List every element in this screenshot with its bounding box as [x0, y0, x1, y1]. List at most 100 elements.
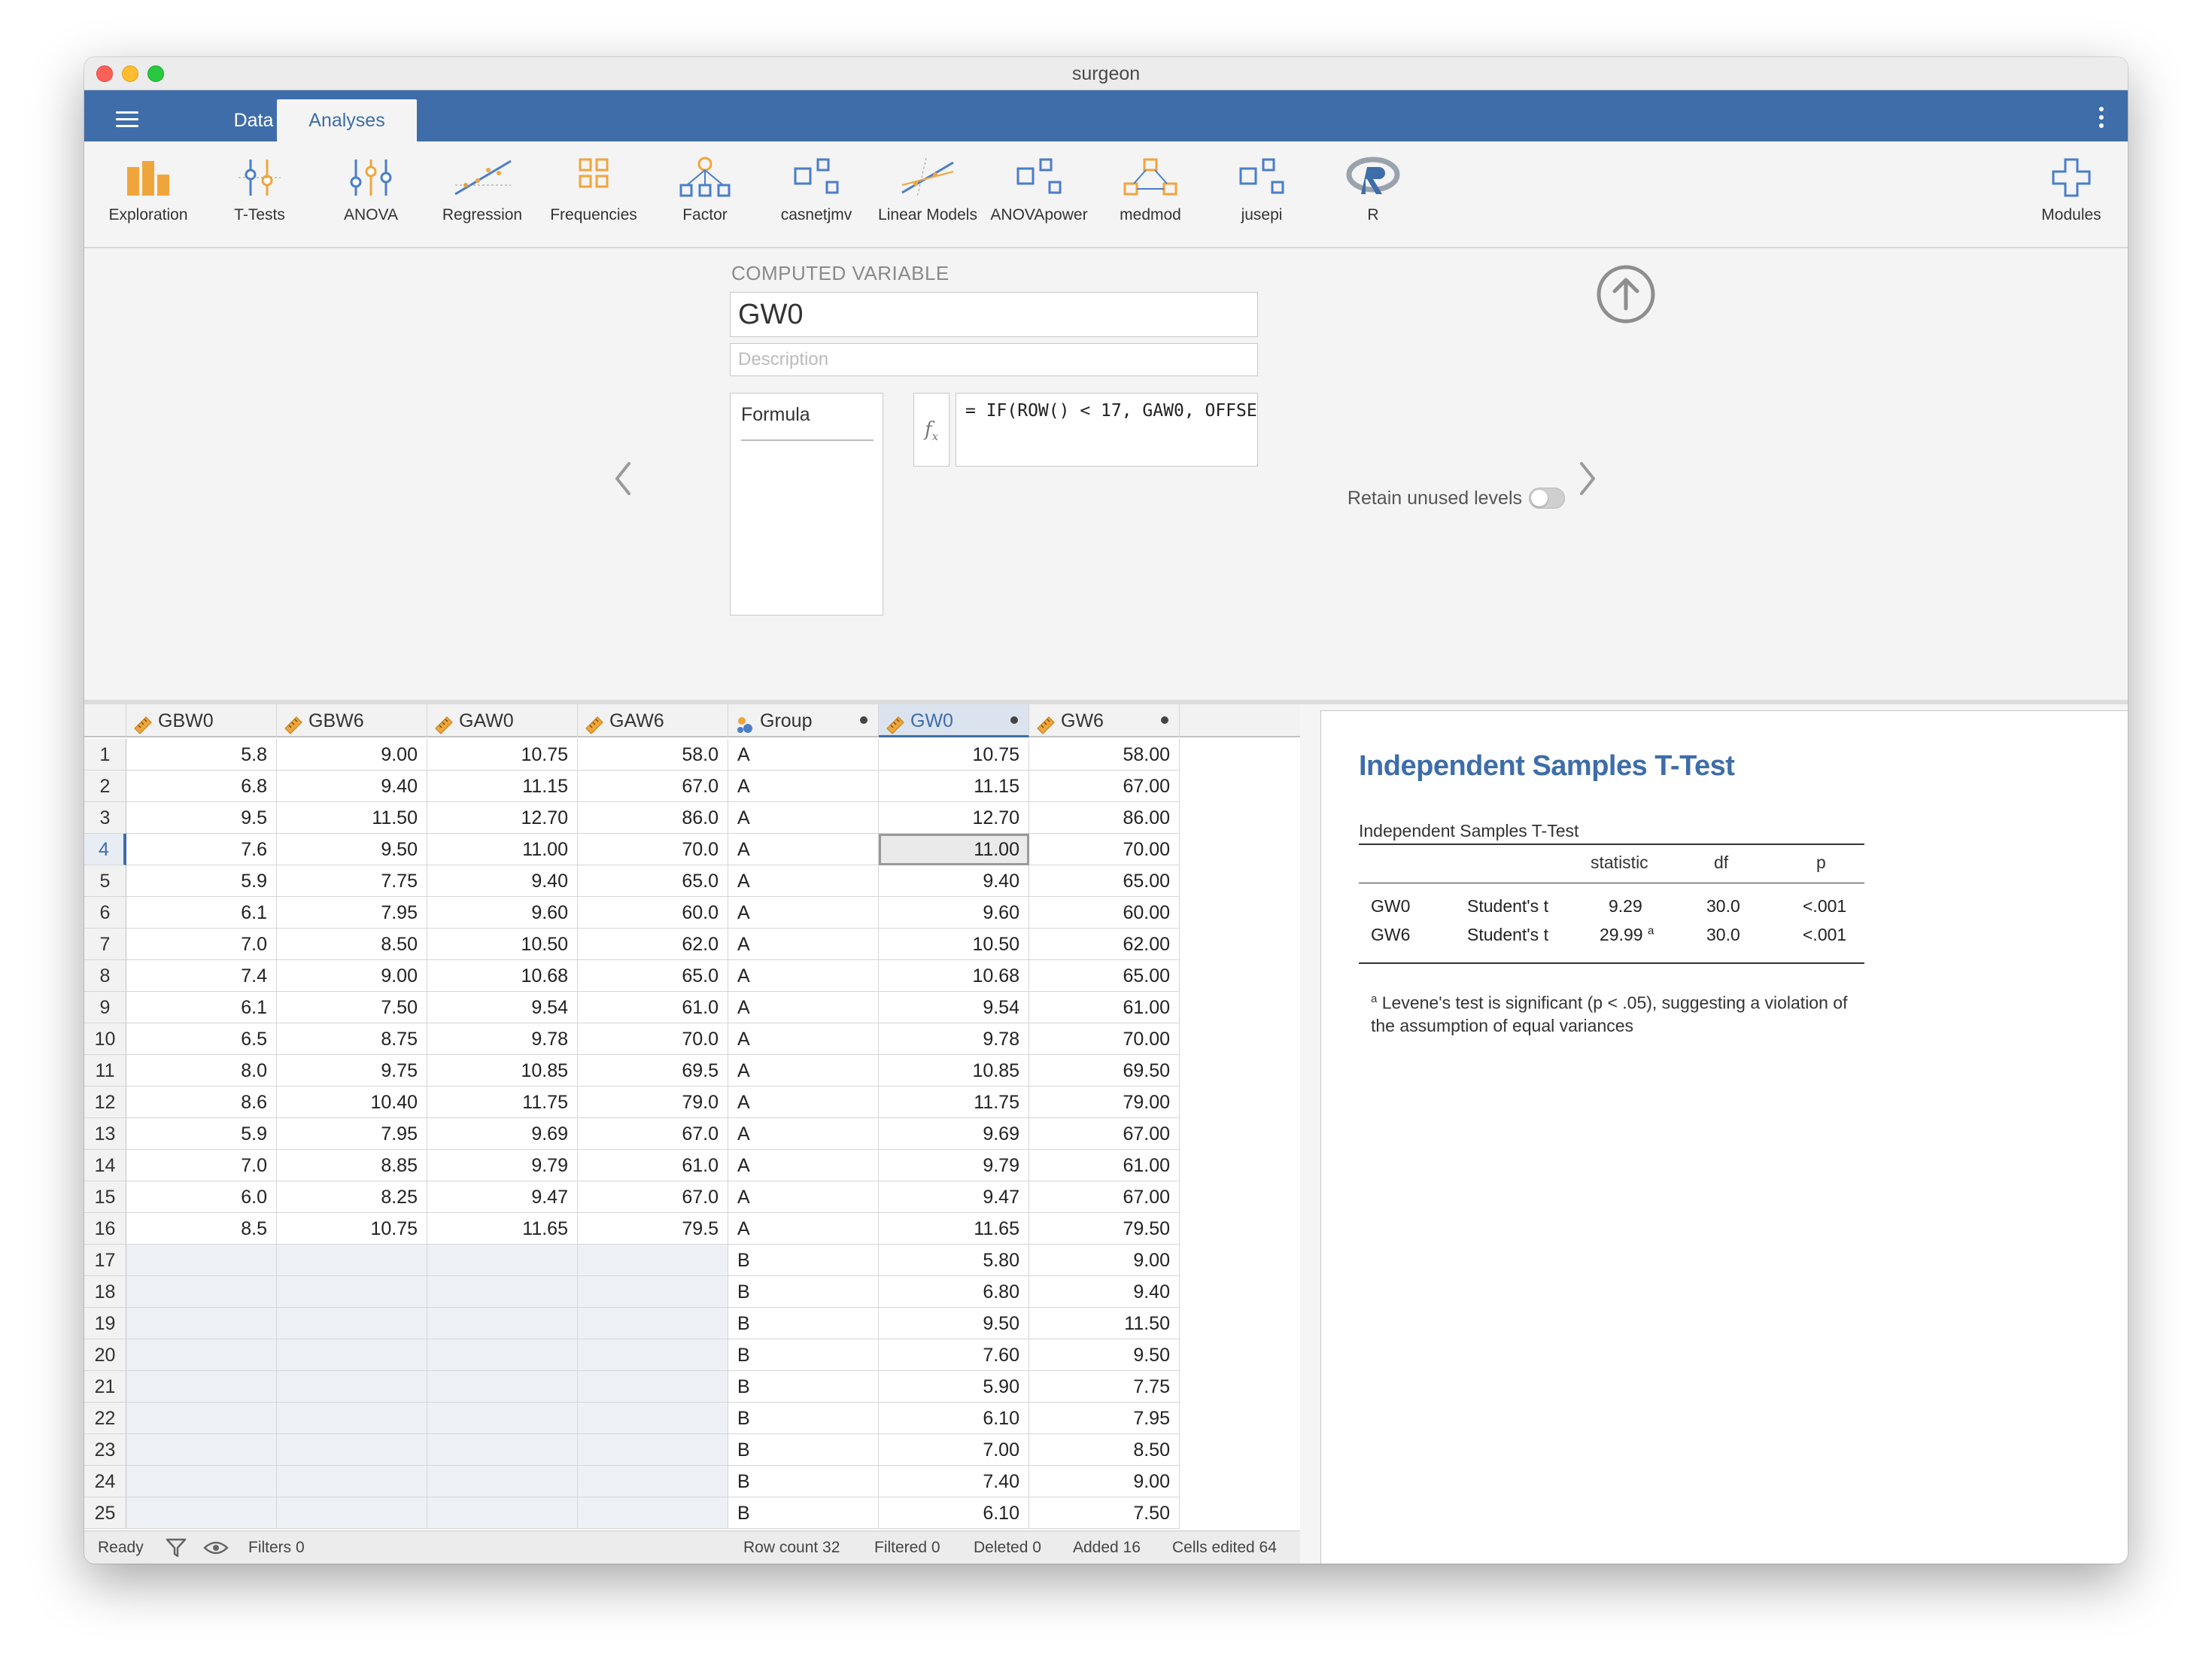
description-input[interactable]: Description	[730, 343, 1258, 376]
grid-cell[interactable]: 5.80	[879, 1245, 1029, 1276]
grid-cell[interactable]: 7.75	[277, 865, 427, 897]
previous-variable-button[interactable]	[608, 456, 638, 501]
grid-cell[interactable]: A	[728, 1118, 879, 1150]
grid-cell[interactable]: 58.0	[578, 739, 728, 771]
grid-cell[interactable]: 62.00	[1029, 929, 1180, 960]
grid-cell[interactable]: 10.75	[427, 739, 578, 771]
grid-cell[interactable]	[427, 1245, 578, 1276]
grid-cell[interactable]: 11.15	[879, 771, 1029, 802]
grid-cell[interactable]: 70.0	[578, 834, 728, 865]
grid-cell[interactable]: 11.65	[879, 1213, 1029, 1245]
grid-cell[interactable]: A	[728, 1055, 879, 1087]
grid-cell[interactable]	[277, 1339, 427, 1371]
function-picker-button[interactable]: fx	[913, 393, 950, 467]
ribbon-linear-models-button[interactable]: Linear Models	[871, 155, 984, 224]
grid-cell[interactable]: 10.50	[427, 929, 578, 960]
grid-cell[interactable]: 5.9	[126, 1118, 277, 1150]
grid-cell[interactable]: 61.0	[578, 992, 728, 1023]
grid-cell[interactable]: 65.0	[578, 865, 728, 897]
grid-cell[interactable]: 86.0	[578, 802, 728, 834]
grid-cell[interactable]: 9.00	[1029, 1466, 1180, 1497]
row-number[interactable]: 21	[84, 1371, 126, 1403]
grid-cell[interactable]: 6.10	[879, 1497, 1029, 1529]
grid-cell[interactable]: 79.5	[578, 1213, 728, 1245]
eye-icon[interactable]	[203, 1537, 229, 1564]
grid-cell[interactable]: A	[728, 929, 879, 960]
grid-cell[interactable]: 9.75	[277, 1055, 427, 1087]
grid-cell[interactable]: 9.50	[277, 834, 427, 865]
grid-cell[interactable]: A	[728, 1213, 879, 1245]
grid-cell[interactable]: A	[728, 1087, 879, 1118]
column-header-gbw6[interactable]: GBW6	[277, 704, 427, 737]
grid-cell[interactable]: A	[728, 771, 879, 802]
grid-cell[interactable]: 86.00	[1029, 802, 1180, 834]
grid-cell[interactable]: 8.5	[126, 1213, 277, 1245]
retain-unused-levels-toggle[interactable]	[1529, 488, 1565, 509]
grid-cell[interactable]: 10.50	[879, 929, 1029, 960]
grid-cell[interactable]: 9.54	[427, 992, 578, 1023]
grid-cell[interactable]	[427, 1339, 578, 1371]
grid-cell[interactable]: 7.95	[1029, 1403, 1180, 1434]
grid-cell[interactable]: 9.78	[427, 1023, 578, 1055]
grid-cell[interactable]: 10.40	[277, 1087, 427, 1118]
grid-cell[interactable]	[126, 1371, 277, 1403]
grid-cell[interactable]: 60.0	[578, 897, 728, 929]
grid-cell[interactable]: A	[728, 865, 879, 897]
grid-cell[interactable]: 9.60	[427, 897, 578, 929]
grid-cell[interactable]: 9.60	[879, 897, 1029, 929]
grid-cell[interactable]	[578, 1339, 728, 1371]
grid-cell[interactable]: B	[728, 1371, 879, 1403]
row-number[interactable]: 10	[84, 1023, 126, 1055]
column-header-group[interactable]: Group	[728, 704, 879, 737]
grid-cell[interactable]	[578, 1245, 728, 1276]
grid-cell[interactable]: 9.47	[427, 1181, 578, 1213]
variable-name-input[interactable]: GW0	[730, 292, 1258, 337]
grid-cell[interactable]	[277, 1308, 427, 1339]
grid-cell[interactable]: 7.95	[277, 897, 427, 929]
grid-cell[interactable]: 8.25	[277, 1181, 427, 1213]
grid-cell[interactable]: 11.50	[277, 802, 427, 834]
grid-cell[interactable]: 10.68	[427, 960, 578, 992]
grid-cell[interactable]: 9.50	[879, 1308, 1029, 1339]
column-header-gw6[interactable]: GW6	[1029, 704, 1180, 737]
menu-icon[interactable]	[116, 111, 138, 128]
grid-cell[interactable]: 79.50	[1029, 1213, 1180, 1245]
grid-cell[interactable]: 7.4	[126, 960, 277, 992]
grid-cell[interactable]: 67.0	[578, 1181, 728, 1213]
row-number[interactable]: 19	[84, 1308, 126, 1339]
row-number[interactable]: 4	[84, 834, 126, 865]
grid-cell[interactable]	[277, 1466, 427, 1497]
grid-cell[interactable]: 69.50	[1029, 1055, 1180, 1087]
grid-cell[interactable]	[126, 1434, 277, 1466]
ribbon-r-button[interactable]: R	[1317, 155, 1430, 224]
row-number[interactable]: 3	[84, 802, 126, 834]
grid-cell[interactable]: 9.40	[1029, 1276, 1180, 1308]
column-header-gaw0[interactable]: GAW0	[427, 704, 578, 737]
row-number[interactable]: 13	[84, 1118, 126, 1150]
grid-cell[interactable]: 9.79	[879, 1150, 1029, 1181]
ribbon-frequencies-button[interactable]: Frequencies	[537, 155, 650, 224]
grid-cell[interactable]	[277, 1245, 427, 1276]
ribbon-jusepi-button[interactable]: jusepi	[1205, 155, 1318, 224]
grid-cell[interactable]: 6.10	[879, 1403, 1029, 1434]
grid-cell[interactable]: 6.8	[126, 771, 277, 802]
grid-cell[interactable]	[427, 1371, 578, 1403]
row-number[interactable]: 24	[84, 1466, 126, 1497]
grid-cell[interactable]: 9.00	[277, 960, 427, 992]
grid-cell[interactable]: 10.85	[879, 1055, 1029, 1087]
row-number[interactable]: 5	[84, 865, 126, 897]
row-number[interactable]: 14	[84, 1150, 126, 1181]
grid-cell[interactable]: 7.00	[879, 1434, 1029, 1466]
grid-cell[interactable]	[427, 1403, 578, 1434]
ribbon-medmod-button[interactable]: medmod	[1094, 155, 1207, 224]
next-variable-button[interactable]	[1572, 456, 1603, 501]
grid-cell[interactable]: 12.70	[879, 802, 1029, 834]
grid-cell[interactable]: B	[728, 1245, 879, 1276]
grid-cell[interactable]: 65.00	[1029, 865, 1180, 897]
modules-button[interactable]: Modules	[2015, 155, 2128, 224]
grid-cell[interactable]: A	[728, 992, 879, 1023]
grid-cell[interactable]: 5.9	[126, 865, 277, 897]
row-number[interactable]: 9	[84, 992, 126, 1023]
grid-cell[interactable]: 10.68	[879, 960, 1029, 992]
grid-cell[interactable]: 7.0	[126, 1150, 277, 1181]
